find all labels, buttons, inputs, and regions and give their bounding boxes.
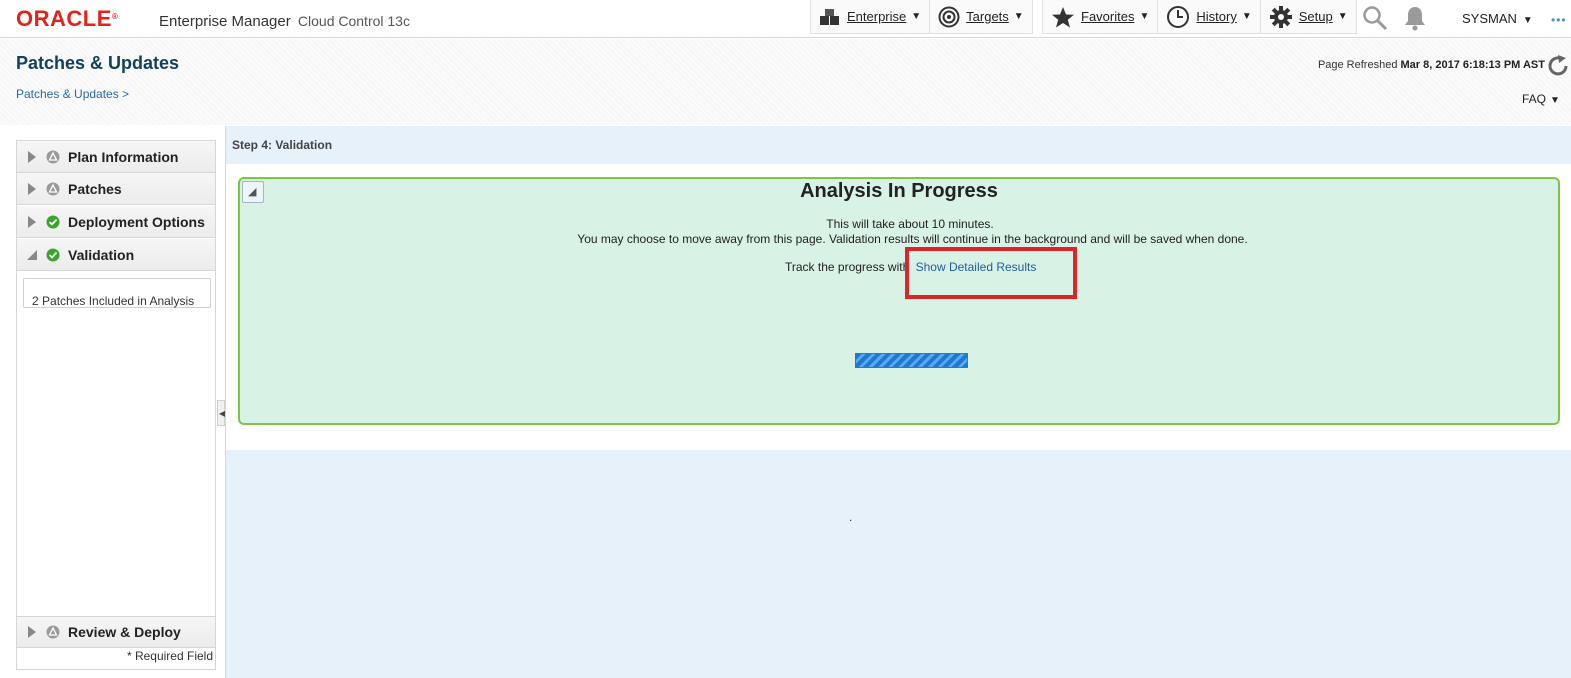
chevron-down-icon: ▼ xyxy=(1337,11,1348,22)
panel-splitter[interactable]: ◀ xyxy=(217,400,225,426)
train-step-patches[interactable]: Patches xyxy=(17,173,215,205)
history-label: History xyxy=(1196,9,1237,24)
product-edition: Cloud Control 13c xyxy=(297,13,410,29)
duration-message: This will take about 10 minutes. xyxy=(826,217,994,231)
faq-menu[interactable]: FAQ ▼ xyxy=(1522,92,1560,106)
chevron-down-icon: ▼ xyxy=(911,11,922,22)
faq-label: FAQ xyxy=(1522,92,1547,106)
target-icon xyxy=(938,6,960,28)
breadcrumb[interactable]: Patches & Updates > xyxy=(16,87,129,101)
check-circle-icon xyxy=(43,215,63,229)
train-step-deployment-options[interactable]: Deployment Options xyxy=(17,206,215,238)
main-region: Step 4: Validation ◢ Analysis In Progres… xyxy=(225,126,1571,678)
setup-menu[interactable]: Setup ▼ xyxy=(1259,0,1356,34)
page-title: Patches & Updates xyxy=(16,53,180,73)
train-step-label: Review & Deploy xyxy=(68,624,181,640)
page-refreshed: Page Refreshed Mar 8, 2017 6:18:13 PM AS… xyxy=(1318,59,1545,71)
expand-triangle-icon xyxy=(21,150,43,163)
favorites-label: Favorites xyxy=(1081,9,1135,24)
train-step-label: Plan Information xyxy=(68,148,179,165)
train-step-plan-information[interactable]: Plan Information xyxy=(17,141,215,173)
brand-name: ORACLE xyxy=(16,6,112,31)
background-message: You may choose to move away from this pa… xyxy=(577,232,1248,246)
enterprise-blocks-icon xyxy=(819,8,841,26)
warning-circle-icon xyxy=(43,182,63,196)
star-icon xyxy=(1051,6,1075,28)
product-title: Enterprise Manager Cloud Control 13c xyxy=(159,13,410,30)
history-menu[interactable]: History ▼ xyxy=(1157,0,1259,34)
chevron-down-icon: ▼ xyxy=(1522,15,1533,26)
expand-triangle-icon xyxy=(21,182,43,195)
expand-triangle-icon xyxy=(21,215,43,228)
track-progress-text: Track the progress with xyxy=(785,260,910,274)
nav-group-secondary: Favorites ▼ History ▼ Setup ▼ xyxy=(1042,0,1357,34)
favorites-menu[interactable]: Favorites ▼ xyxy=(1043,0,1157,34)
clock-icon xyxy=(1166,5,1190,29)
chevron-down-icon: ▼ xyxy=(1550,95,1560,106)
nav-group-primary: Enterprise ▼ Targets ▼ xyxy=(810,0,1033,34)
bell-icon[interactable] xyxy=(1404,5,1426,31)
warning-circle-icon xyxy=(43,150,63,164)
patches-count: 2 xyxy=(32,294,39,308)
chevron-down-icon: ▼ xyxy=(1013,11,1024,22)
user-name: SYSMAN xyxy=(1462,11,1517,26)
expand-triangle-icon xyxy=(21,626,43,638)
collapse-triangle-icon xyxy=(21,249,43,260)
progress-indicator xyxy=(855,353,968,368)
train-step-label: Deployment Options xyxy=(68,213,205,230)
product-name: Enterprise Manager xyxy=(159,13,291,30)
utility-icons xyxy=(1362,0,1426,36)
train-step-label: Validation xyxy=(68,246,135,263)
refresh-icon[interactable] xyxy=(1547,55,1571,80)
user-menu[interactable]: SYSMAN ▼ xyxy=(1462,11,1533,26)
train-step-label: Patches xyxy=(68,180,122,197)
chevron-down-icon: ▼ xyxy=(1139,11,1150,22)
wizard-train: Plan Information Patches Deployment Opti… xyxy=(16,140,216,670)
train-step-review-deploy[interactable]: Review & Deploy xyxy=(17,616,215,648)
top-bar: ORACLE® Enterprise Manager Cloud Control… xyxy=(0,0,1571,38)
targets-menu[interactable]: Targets ▼ xyxy=(929,0,1032,34)
enterprise-label: Enterprise xyxy=(847,9,907,24)
page-header: Patches & Updates Patches & Updates > Pa… xyxy=(0,39,1571,125)
analysis-progress-box: ◢ Analysis In Progress This will take ab… xyxy=(238,177,1560,425)
patches-included-text: Patches Included in Analysis xyxy=(42,294,195,308)
chevron-down-icon: ▼ xyxy=(1241,11,1252,22)
brand-mark: ® xyxy=(111,12,119,21)
refreshed-time: Mar 8, 2017 6:18:13 PM AST xyxy=(1400,59,1546,71)
analysis-title: Analysis In Progress xyxy=(800,180,998,202)
train-step-validation[interactable]: Validation xyxy=(17,239,215,271)
warning-circle-icon xyxy=(43,625,63,639)
patches-included-panel[interactable]: 2 Patches Included in Analysis xyxy=(23,278,211,308)
search-icon[interactable] xyxy=(1362,5,1388,31)
enterprise-menu[interactable]: Enterprise ▼ xyxy=(811,0,929,34)
gear-icon xyxy=(1269,5,1293,29)
check-circle-icon xyxy=(43,248,63,262)
more-icon[interactable]: ••• xyxy=(1551,13,1567,27)
status-dot: . xyxy=(849,510,853,524)
setup-label: Setup xyxy=(1298,9,1333,24)
refreshed-label: Page Refreshed xyxy=(1317,59,1398,71)
required-field-note: * Required Field xyxy=(126,649,213,663)
step-header: Step 4: Validation xyxy=(232,138,333,152)
annotation-highlight-box xyxy=(905,247,1077,299)
oracle-logo[interactable]: ORACLE® xyxy=(16,8,118,30)
targets-label: Targets xyxy=(966,9,1009,24)
